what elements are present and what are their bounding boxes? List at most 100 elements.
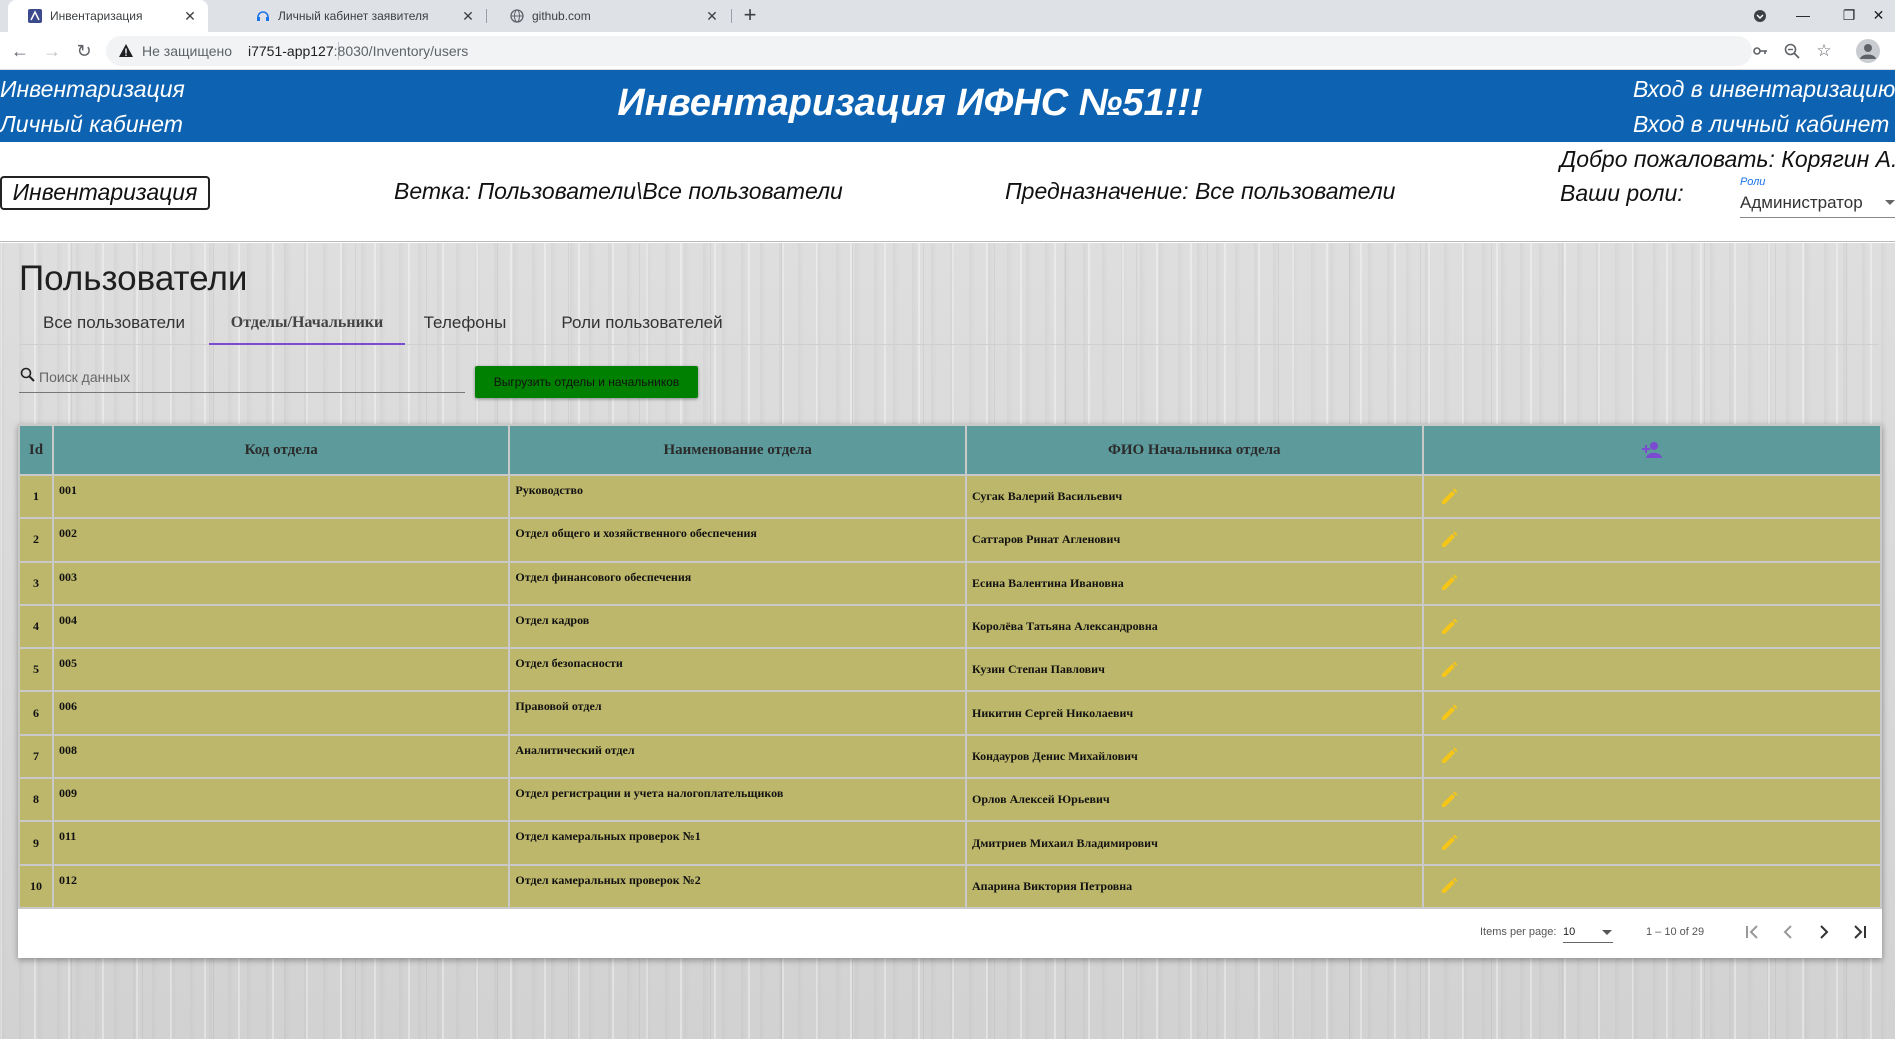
tab-all-users[interactable]: Все пользователи [19, 305, 209, 345]
column-header-id: Id [18, 424, 54, 476]
cell-actions [1421, 517, 1882, 563]
next-page-icon[interactable] [1810, 918, 1838, 946]
cell-actions [1421, 690, 1882, 736]
table-row[interactable]: 3 003 Отдел финансового обеспечения Есина В… [18, 560, 1882, 606]
bookmark-star-icon[interactable]: ☆ [1814, 41, 1834, 61]
minimize-icon[interactable]: — [1780, 0, 1826, 32]
main-content: Пользователи Все пользователи Отделы/Нач… [0, 243, 1895, 1039]
table-row[interactable]: 1 001 Руководство Сугак Валерий Васильевич [18, 473, 1882, 520]
edit-pencil-icon[interactable] [1439, 530, 1459, 550]
header-title: Инвентаризация ИФНС №51!!! [617, 82, 1203, 124]
chevron-down-icon[interactable] [1885, 200, 1895, 205]
departments-table-card: Id Код отдела Наименование отдела ФИО На… [18, 424, 1882, 958]
browser-tab-github[interactable]: github.com ✕ [490, 0, 730, 32]
url-text[interactable]: i7751-app127:8030/Inventory/users [248, 43, 468, 59]
cell-id: 4 [18, 603, 54, 650]
inventory-button[interactable]: Инвентаризация [0, 176, 210, 210]
column-header-actions [1421, 424, 1882, 476]
cell-id: 1 [18, 473, 54, 520]
zoom-icon[interactable] [1782, 41, 1802, 61]
cell-id: 2 [18, 517, 54, 563]
tab-phones[interactable]: Телефоны [405, 305, 525, 345]
chevron-down-icon[interactable] [1602, 930, 1612, 935]
insecure-label: Не защищено [142, 43, 232, 59]
table-row[interactable]: 5 005 Отдел безопасности Кузин Степан Павло… [18, 647, 1882, 693]
table-row[interactable]: 8 009 Отдел регистрации и учета налогоплат… [18, 777, 1882, 823]
cell-department-name: Отдел общего и хозяйственного обеспечени… [508, 517, 967, 563]
app-header: Инвентаризация Личный кабинет Инвентариз… [0, 70, 1895, 142]
reload-icon[interactable]: ↻ [72, 39, 96, 63]
cell-department-head: Дмитриев Михаил Владимирович [964, 820, 1424, 866]
warning-icon [118, 43, 134, 59]
edit-pencil-icon[interactable] [1439, 833, 1459, 853]
close-window-icon[interactable]: ✕ [1862, 0, 1895, 32]
globe-icon [510, 9, 524, 23]
add-user-icon[interactable] [1640, 440, 1664, 460]
profile-avatar-icon[interactable] [1856, 39, 1880, 63]
export-departments-button[interactable]: Выгрузить отделы и начальников [475, 366, 698, 398]
roles-label: Ваши роли: [1560, 180, 1684, 206]
browser-tab-title: Личный кабинет заявителя [278, 9, 429, 23]
table-row[interactable]: 4 004 Отдел кадров Королёва Татьяна Алексан… [18, 603, 1882, 650]
search-field [19, 363, 465, 393]
search-icon [19, 366, 37, 384]
cell-department-name: Отдел камеральных проверок №1 [508, 820, 967, 866]
cell-actions [1421, 647, 1882, 693]
table-row[interactable]: 6 006 Правовой отдел Никитин Сергей Николае… [18, 690, 1882, 736]
new-tab-icon[interactable]: + [738, 4, 762, 28]
edit-pencil-icon[interactable] [1439, 660, 1459, 680]
tab-bar: Все пользователи Отделы/Начальники Телеф… [19, 305, 1879, 345]
cell-id: 5 [18, 647, 54, 693]
table-row[interactable]: 9 011 Отдел камеральных проверок №1 Дмитрие… [18, 820, 1882, 866]
table-row[interactable]: 2 002 Отдел общего и хозяйственного обеспе… [18, 517, 1882, 563]
first-page-icon[interactable] [1738, 918, 1766, 946]
roles-select[interactable]: Администратор [1740, 190, 1895, 218]
edit-pencil-icon[interactable] [1439, 573, 1459, 593]
browser-tab-strip: Инвентаризация ✕ Личный кабинет заявител… [0, 0, 1895, 32]
cell-department-head: Орлов Алексей Юрьевич [964, 777, 1424, 823]
edit-pencil-icon[interactable] [1439, 487, 1459, 507]
back-icon[interactable]: ← [8, 39, 32, 63]
tab-search-icon[interactable] [1737, 0, 1783, 32]
table-row[interactable]: 10 012 Отдел камеральных проверок №2 Апарин… [18, 863, 1882, 909]
close-tab-icon[interactable]: ✕ [460, 8, 476, 24]
edit-pencil-icon[interactable] [1439, 703, 1459, 723]
cell-department-name: Аналитический отдел [508, 733, 967, 780]
close-tab-icon[interactable]: ✕ [182, 8, 198, 24]
tab-user-roles[interactable]: Роли пользователей [549, 305, 735, 345]
edit-pencil-icon[interactable] [1439, 746, 1459, 766]
tab-separator [486, 9, 487, 23]
address-bar[interactable]: Не защищено i7751-app127:8030/Inventory/… [106, 36, 1832, 66]
header-link-login-inventory[interactable]: Вход в инвентаризацию [1633, 76, 1895, 103]
paginator: Items per page: 10 1 – 10 of 29 [18, 904, 1882, 958]
browser-tab-title: github.com [532, 9, 591, 23]
edit-pencil-icon[interactable] [1439, 617, 1459, 637]
browser-tab-cabinet[interactable]: Личный кабинет заявителя ✕ [236, 0, 486, 32]
cell-department-code: 006 [51, 690, 511, 736]
table-header-row: Id Код отдела Наименование отдела ФИО На… [18, 424, 1882, 476]
last-page-icon[interactable] [1846, 918, 1874, 946]
header-link-login-cabinet[interactable]: Вход в личный кабинет [1633, 111, 1889, 138]
cell-department-code: 012 [51, 863, 511, 909]
forward-icon[interactable]: → [40, 39, 64, 63]
search-input[interactable] [39, 365, 459, 389]
column-header-head: ФИО Начальника отдела [964, 424, 1424, 476]
close-tab-icon[interactable]: ✕ [704, 8, 720, 24]
key-icon[interactable] [1750, 41, 1770, 61]
column-header-name: Наименование отдела [508, 424, 967, 476]
cell-id: 8 [18, 777, 54, 823]
tab-departments[interactable]: Отделы/Начальники [209, 305, 405, 345]
table-row[interactable]: 7 008 Аналитический отдел Кондауров Денис М… [18, 733, 1882, 780]
cell-actions [1421, 473, 1882, 520]
cell-actions [1421, 863, 1882, 909]
edit-pencil-icon[interactable] [1439, 876, 1459, 896]
browser-tab-inventory[interactable]: Инвентаризация ✕ [8, 0, 208, 32]
page-title: Пользователи [19, 259, 248, 298]
cell-department-head: Никитин Сергей Николаевич [964, 690, 1424, 736]
cell-department-code: 003 [51, 560, 511, 606]
previous-page-icon[interactable] [1774, 918, 1802, 946]
edit-pencil-icon[interactable] [1439, 790, 1459, 810]
cell-department-head: Королёва Татьяна Александровна [964, 603, 1424, 650]
cell-department-code: 002 [51, 517, 511, 563]
cell-department-name: Отдел финансового обеспечения [508, 560, 967, 606]
